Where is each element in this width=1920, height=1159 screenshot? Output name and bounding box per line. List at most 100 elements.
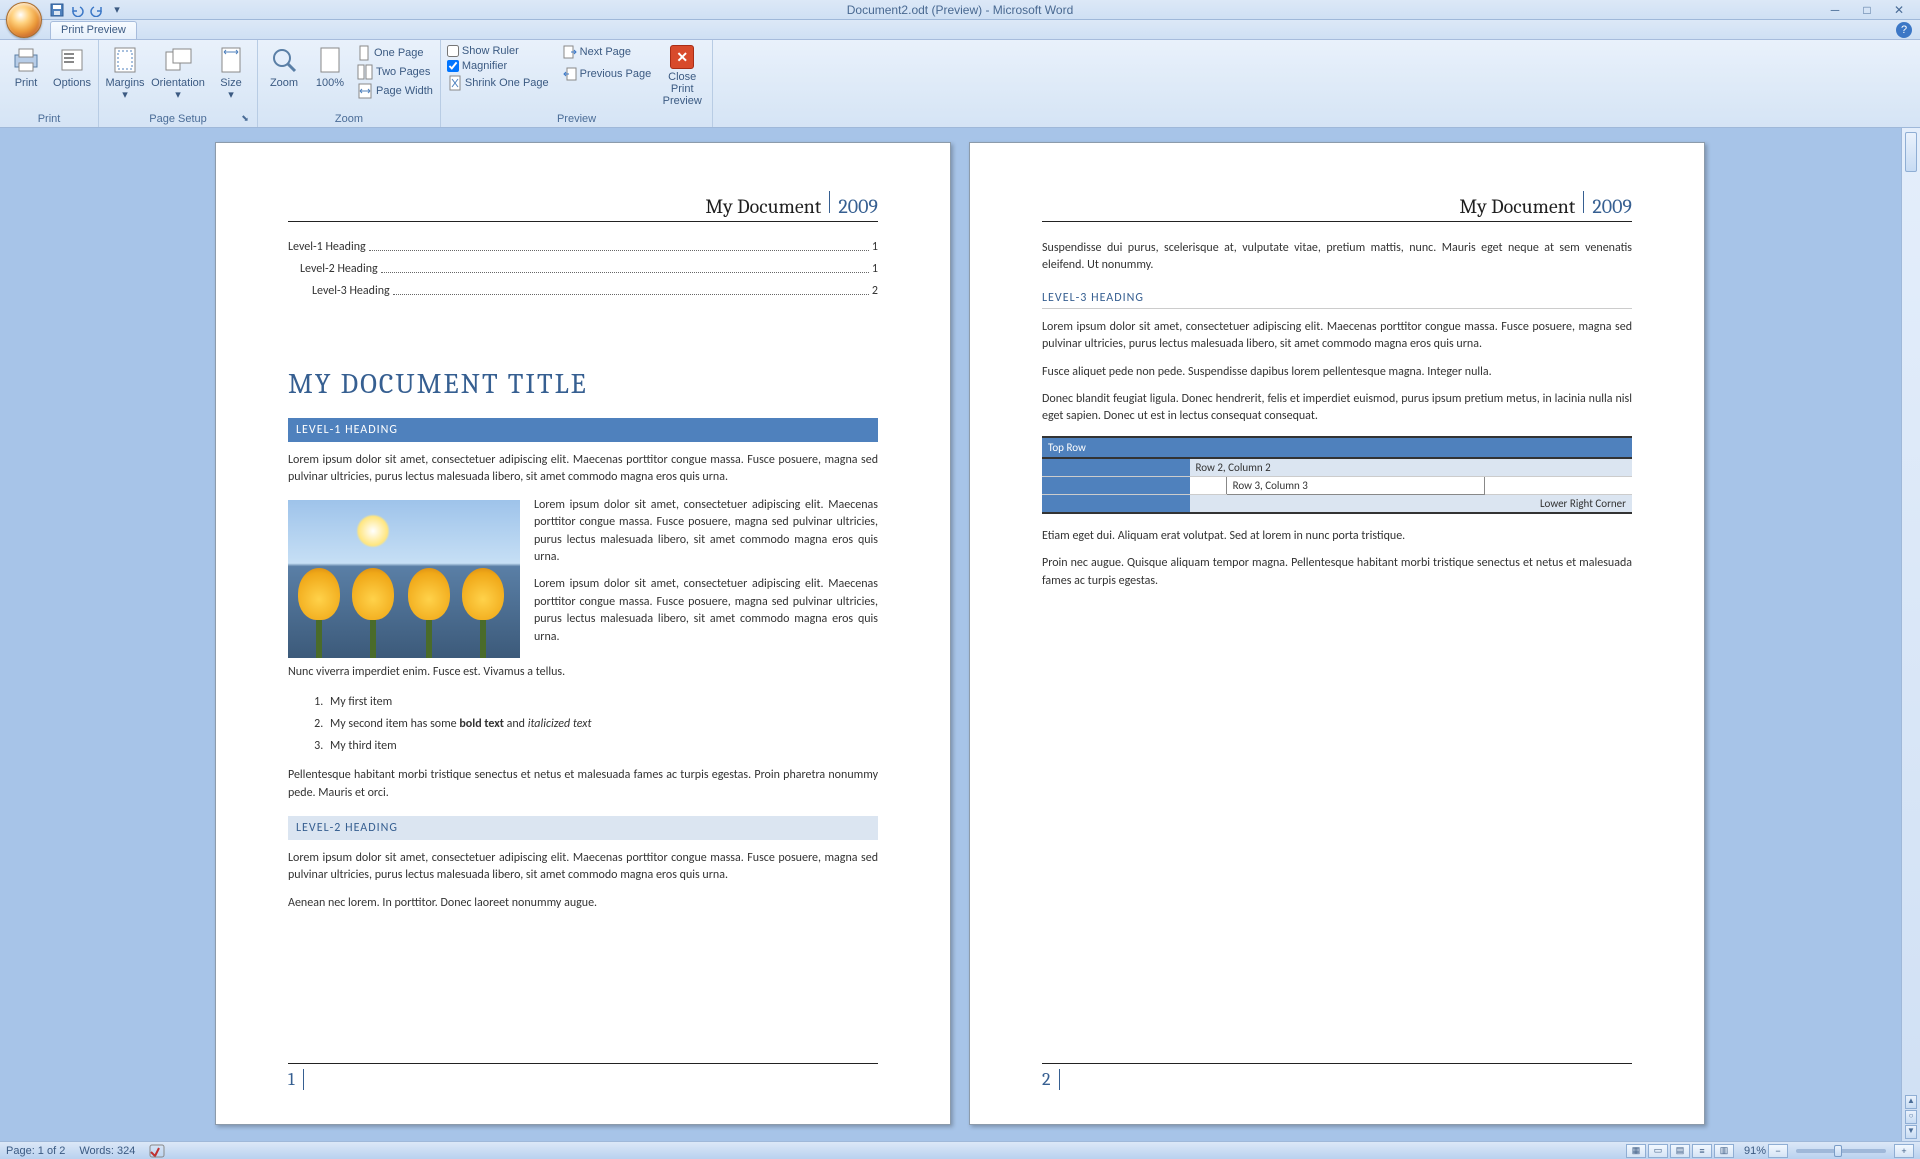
view-print-layout-button[interactable]: ▦ xyxy=(1626,1144,1646,1158)
close-window-button[interactable]: ✕ xyxy=(1886,2,1912,18)
size-icon xyxy=(216,45,246,75)
page-width-button[interactable]: Page Width xyxy=(354,82,436,100)
scrollbar-browse-icon[interactable]: ○ xyxy=(1905,1110,1917,1124)
next-page-button[interactable]: Next Page xyxy=(560,44,655,60)
page-1[interactable]: My Document2009 Level-1 Heading1 Level-2… xyxy=(215,142,951,1125)
shrink-icon xyxy=(448,75,462,91)
body-text: Donec blandit feugiat ligula. Donec hend… xyxy=(1042,391,1632,426)
ribbon-tabs: Print Preview ? xyxy=(0,20,1920,40)
one-page-button[interactable]: One Page xyxy=(354,44,436,62)
body-text: Aenean nec lorem. In porttitor. Donec la… xyxy=(288,895,878,912)
page-header: My Document2009 xyxy=(288,191,878,222)
shrink-one-page-button[interactable]: Shrink One Page xyxy=(445,74,552,92)
table-of-contents: Level-1 Heading1 Level-2 Heading1 Level-… xyxy=(288,240,878,298)
group-label-zoom: Zoom xyxy=(262,112,436,127)
list-item: My third item xyxy=(326,735,878,757)
close-icon: ✕ xyxy=(670,45,694,69)
redo-icon[interactable] xyxy=(88,1,106,19)
scrollbar-next-icon[interactable]: ▼ xyxy=(1905,1125,1917,1139)
zoom-out-button[interactable]: − xyxy=(1768,1144,1788,1158)
orientation-icon xyxy=(163,45,193,75)
ribbon: Print Options Print Margins▾ Orientation… xyxy=(0,40,1920,128)
save-icon[interactable] xyxy=(48,1,66,19)
two-pages-button[interactable]: Two Pages xyxy=(354,63,436,81)
options-button[interactable]: Options xyxy=(50,42,94,92)
office-button[interactable] xyxy=(6,2,42,38)
prev-page-icon xyxy=(563,67,577,81)
list-item: My second item has some bold text and it… xyxy=(326,713,878,735)
page-footer: 2 xyxy=(1042,1063,1632,1090)
zoom-in-button[interactable]: + xyxy=(1894,1144,1914,1158)
margins-button[interactable]: Margins▾ xyxy=(103,42,147,104)
page-footer: 1 xyxy=(288,1063,878,1090)
page-setup-launcher-icon[interactable]: ⬊ xyxy=(239,113,251,125)
window-title: Document2.odt (Preview) - Microsoft Word xyxy=(847,3,1074,17)
heading-level-1: LEVEL-1 HEADING xyxy=(288,418,878,442)
status-page[interactable]: Page: 1 of 2 xyxy=(6,1145,65,1157)
magnifier-icon xyxy=(269,45,299,75)
view-outline-button[interactable]: ≡ xyxy=(1692,1144,1712,1158)
show-ruler-checkbox[interactable]: Show Ruler xyxy=(445,44,552,58)
heading-level-2: LEVEL-2 HEADING xyxy=(288,816,878,840)
scrollbar-prev-icon[interactable]: ▲ xyxy=(1905,1095,1917,1109)
table-header: Top Row xyxy=(1042,437,1632,458)
minimize-button[interactable]: ─ xyxy=(1822,2,1848,18)
zoom-thumb[interactable] xyxy=(1834,1145,1842,1157)
body-text: Lorem ipsum dolor sit amet, consectetuer… xyxy=(288,850,878,885)
body-text: Pellentesque habitant morbi tristique se… xyxy=(288,767,878,802)
magnifier-checkbox[interactable]: Magnifier xyxy=(445,59,552,73)
zoom-100-button[interactable]: 100% xyxy=(308,42,352,92)
numbered-list: My first item My second item has some bo… xyxy=(288,691,878,757)
body-text: Nunc viverra imperdiet enim. Fusce est. … xyxy=(288,664,878,681)
page-number: 2 xyxy=(1042,1069,1060,1090)
data-table: Top Row Row 2, Column 2 Row 3, Column 3 … xyxy=(1042,436,1632,514)
zoom-slider[interactable] xyxy=(1796,1149,1886,1153)
view-draft-button[interactable]: ▥ xyxy=(1714,1144,1734,1158)
page-header: My Document2009 xyxy=(1042,191,1632,222)
body-text: Proin nec augue. Quisque aliquam tempor … xyxy=(1042,555,1632,590)
tab-print-preview[interactable]: Print Preview xyxy=(50,21,137,39)
group-label-print: Print xyxy=(4,112,94,127)
next-page-icon xyxy=(563,45,577,59)
body-text: Fusce aliquet pede non pede. Suspendisse… xyxy=(1042,364,1632,381)
table-row: Lower Right Corner xyxy=(1042,494,1632,513)
window-controls: ─ □ ✕ xyxy=(1822,2,1920,18)
tulips-image xyxy=(288,500,520,658)
page-number: 1 xyxy=(288,1069,304,1090)
help-icon[interactable]: ? xyxy=(1896,22,1912,38)
body-text: Suspendisse dui purus, scelerisque at, v… xyxy=(1042,240,1632,275)
page-100-icon xyxy=(315,45,345,75)
page-2[interactable]: My Document2009 Suspendisse dui purus, s… xyxy=(969,142,1705,1125)
view-full-screen-button[interactable]: ▭ xyxy=(1648,1144,1668,1158)
margins-icon xyxy=(110,45,140,75)
zoom-percent[interactable]: 91% xyxy=(1744,1145,1766,1157)
heading-level-3: LEVEL-3 HEADING xyxy=(1042,291,1632,309)
group-label-preview: Preview xyxy=(445,112,708,127)
options-icon xyxy=(57,45,87,75)
body-text: Lorem ipsum dolor sit amet, consectetuer… xyxy=(1042,319,1632,354)
previous-page-button[interactable]: Previous Page xyxy=(560,66,655,82)
zoom-button[interactable]: Zoom xyxy=(262,42,306,92)
spellcheck-icon[interactable] xyxy=(149,1144,165,1158)
one-page-icon xyxy=(357,45,371,61)
title-bar: ▾ Document2.odt (Preview) - Microsoft Wo… xyxy=(0,0,1920,20)
ribbon-group-preview: Show Ruler Magnifier Shrink One Page Nex… xyxy=(441,40,713,127)
scrollbar-thumb[interactable] xyxy=(1905,132,1917,172)
table-row: Row 3, Column 3 xyxy=(1042,476,1632,494)
print-button[interactable]: Print xyxy=(4,42,48,92)
maximize-button[interactable]: □ xyxy=(1854,2,1880,18)
group-label-page-setup: Page Setup⬊ xyxy=(103,112,253,127)
qat-dropdown-icon[interactable]: ▾ xyxy=(108,1,126,19)
status-words[interactable]: Words: 324 xyxy=(79,1145,135,1157)
orientation-button[interactable]: Orientation▾ xyxy=(149,42,207,104)
document-title: MY DOCUMENT TITLE xyxy=(288,368,878,400)
body-text: Lorem ipsum dolor sit amet, consectetuer… xyxy=(288,452,878,487)
ribbon-group-page-setup: Margins▾ Orientation▾ Size▾ Page Setup⬊ xyxy=(99,40,258,127)
close-preview-button[interactable]: ✕ Close Print Preview xyxy=(656,42,708,110)
undo-icon[interactable] xyxy=(68,1,86,19)
ribbon-group-zoom: Zoom 100% One Page Two Pages Page Width … xyxy=(258,40,441,127)
size-button[interactable]: Size▾ xyxy=(209,42,253,104)
view-web-layout-button[interactable]: ▤ xyxy=(1670,1144,1690,1158)
status-bar: Page: 1 of 2 Words: 324 ▦ ▭ ▤ ≡ ▥ 91% − … xyxy=(0,1141,1920,1159)
two-pages-icon xyxy=(357,64,373,80)
